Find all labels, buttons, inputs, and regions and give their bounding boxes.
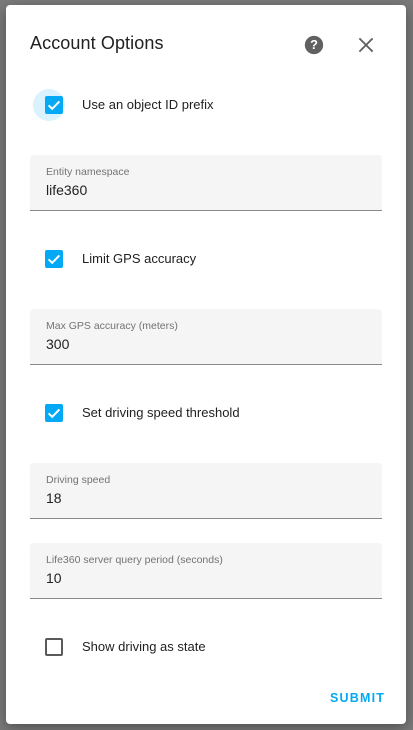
limit-gps-accuracy-checkbox[interactable]: [45, 250, 63, 268]
account-options-dialog: Account Options ? Use an object ID prefi…: [6, 5, 406, 724]
checkmark-icon: [47, 254, 61, 265]
max-gps-accuracy-label: Max GPS accuracy (meters): [46, 320, 178, 332]
close-button[interactable]: [355, 34, 377, 56]
driving-speed-label: Driving speed: [46, 474, 111, 486]
driving-speed-threshold-option[interactable]: Set driving speed threshold: [30, 393, 370, 433]
limit-gps-accuracy-option[interactable]: Limit GPS accuracy: [30, 239, 370, 279]
object-id-prefix-option[interactable]: Use an object ID prefix: [30, 85, 370, 125]
query-period-label: Life360 server query period (seconds): [46, 554, 223, 566]
checkmark-icon: [47, 100, 61, 111]
max-gps-accuracy-field[interactable]: Max GPS accuracy (meters) 300: [30, 309, 382, 365]
help-circle-icon: ?: [304, 35, 324, 55]
entity-namespace-field[interactable]: Entity namespace life360: [30, 155, 382, 211]
query-period-field[interactable]: Life360 server query period (seconds) 10: [30, 543, 382, 599]
checkmark-icon: [47, 408, 61, 419]
object-id-prefix-label: Use an object ID prefix: [82, 97, 214, 112]
driving-speed-threshold-label: Set driving speed threshold: [82, 405, 240, 420]
close-icon: [358, 37, 374, 53]
driving-speed-field[interactable]: Driving speed 18: [30, 463, 382, 519]
show-driving-option[interactable]: Show driving as state: [30, 627, 370, 667]
entity-namespace-label: Entity namespace: [46, 166, 130, 178]
help-button[interactable]: ?: [303, 34, 325, 56]
entity-namespace-input[interactable]: life360: [46, 182, 87, 198]
svg-text:?: ?: [310, 37, 318, 52]
dialog-title: Account Options: [30, 33, 164, 53]
show-driving-label: Show driving as state: [82, 639, 206, 654]
driving-speed-input[interactable]: 18: [46, 490, 62, 506]
driving-speed-threshold-checkbox[interactable]: [45, 404, 63, 422]
show-driving-checkbox[interactable]: [45, 638, 63, 656]
limit-gps-accuracy-label: Limit GPS accuracy: [82, 251, 197, 266]
object-id-prefix-checkbox[interactable]: [45, 96, 63, 114]
submit-button[interactable]: SUBMIT: [330, 691, 385, 705]
max-gps-accuracy-input[interactable]: 300: [46, 336, 69, 352]
query-period-input[interactable]: 10: [46, 570, 62, 586]
